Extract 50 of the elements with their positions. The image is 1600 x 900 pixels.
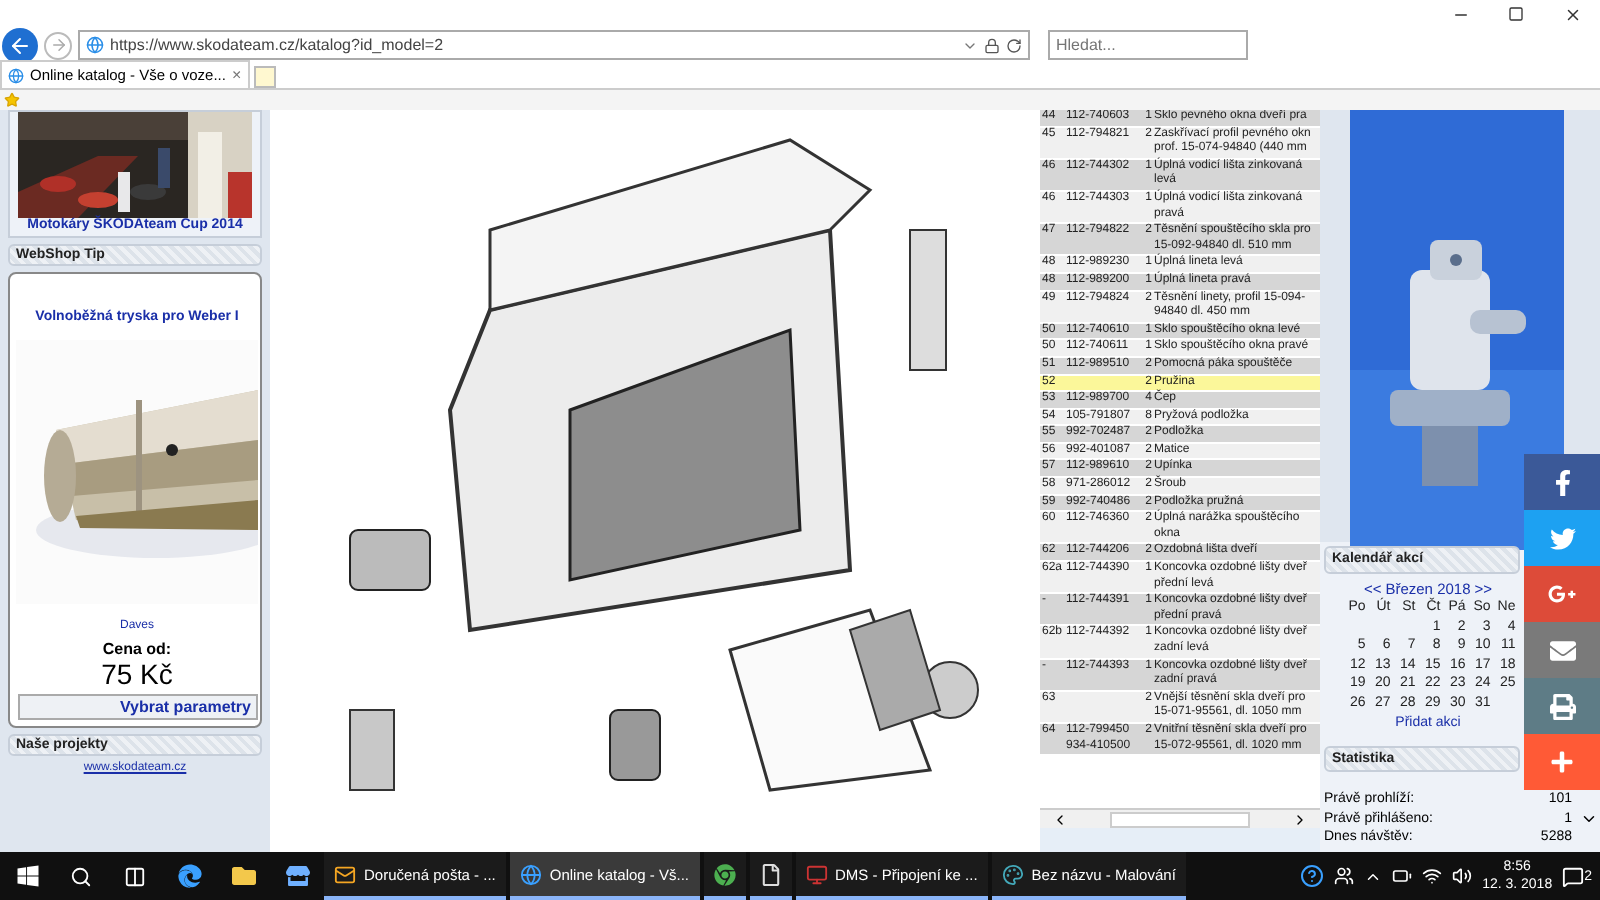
maximize-icon [1508, 6, 1524, 22]
windows-start-icon[interactable] [15, 864, 39, 888]
print-icon [1549, 693, 1575, 719]
twitter-icon [1549, 525, 1575, 551]
search-icon[interactable] [70, 865, 92, 887]
task-view-icon[interactable] [124, 865, 146, 887]
share-button[interactable] [1524, 622, 1600, 678]
select-parameters-button[interactable]: Vybrat parametry [17, 694, 257, 720]
google-plus-icon [1548, 580, 1576, 608]
file-icon [759, 863, 781, 885]
chevron-down-icon[interactable] [1580, 810, 1598, 828]
edge-icon[interactable] [177, 864, 201, 888]
battery-icon[interactable] [1392, 866, 1413, 886]
chrome-icon [713, 863, 735, 885]
share-button[interactable] [1524, 454, 1600, 510]
share-button[interactable] [1524, 734, 1600, 790]
taskbar-app-button[interactable] [703, 852, 745, 900]
globe-icon [86, 36, 104, 54]
share-button[interactable] [1524, 566, 1600, 622]
address-field[interactable]: https://www.skodateam.cz/katalog?id_model=2 [78, 30, 1030, 60]
scroll-right-icon[interactable] [1292, 811, 1308, 827]
price-text: 75 Kč [101, 658, 173, 690]
share-button[interactable] [1524, 510, 1600, 566]
folder-icon[interactable] [231, 864, 255, 888]
share-button[interactable] [1524, 678, 1600, 734]
price-label: Cena od: [102, 640, 172, 658]
plus-icon [1550, 750, 1574, 774]
url-text: https://www.skodateam.cz/katalog?id_model=2 [110, 36, 446, 54]
scroll-left-icon[interactable] [1052, 811, 1068, 827]
monitor-icon [805, 863, 827, 885]
mail-icon [1549, 637, 1575, 663]
people-icon[interactable] [1334, 866, 1355, 886]
globe-icon [519, 863, 542, 885]
search-field[interactable]: Hledat... [1048, 30, 1248, 60]
help-icon[interactable] [1300, 864, 1325, 888]
globe-icon [8, 67, 24, 83]
wifi-icon[interactable] [1422, 866, 1443, 886]
close-icon [1563, 5, 1581, 23]
volume-icon[interactable] [1452, 866, 1473, 886]
store-icon[interactable] [285, 864, 309, 888]
lock-icon [984, 37, 1000, 53]
forward-arrow-icon [49, 36, 67, 54]
tab-close-button[interactable]: × [231, 66, 242, 84]
mail-icon [334, 863, 356, 885]
taskbar-app-button[interactable] [749, 852, 791, 900]
palette-icon [1001, 863, 1024, 885]
back-arrow-icon [8, 33, 32, 57]
scrollbar-thumb[interactable] [1110, 811, 1250, 827]
message-icon [1562, 865, 1585, 887]
refresh-icon[interactable] [1006, 37, 1022, 53]
